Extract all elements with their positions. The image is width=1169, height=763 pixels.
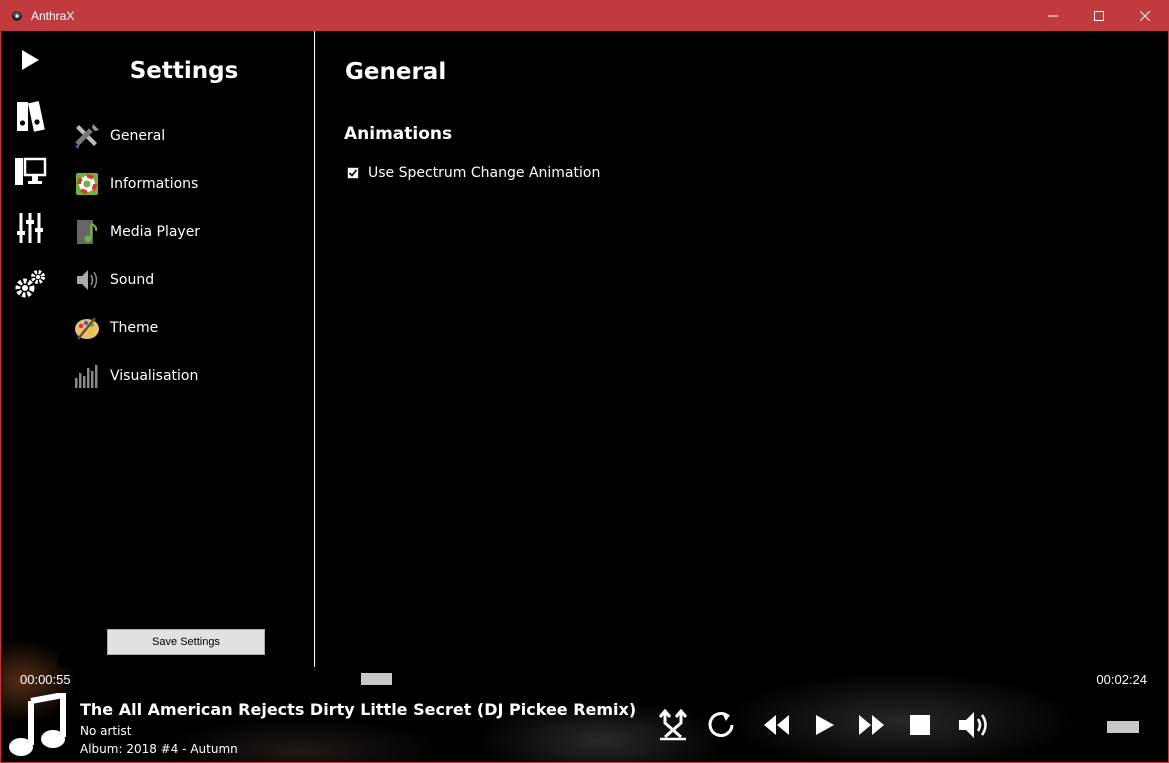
nav-item-informations[interactable]: Informations (72, 166, 302, 202)
spectrum-animation-option[interactable]: Use Spectrum Change Animation (347, 165, 600, 181)
app-logo-icon (9, 8, 25, 24)
minimize-button[interactable] (1030, 1, 1076, 31)
app-window: AnthraX Settings General Informations Me… (0, 0, 1169, 763)
sliders-icon (17, 213, 43, 243)
spectrum-animation-checkbox[interactable] (347, 167, 359, 179)
section-title-animations: Animations (344, 124, 453, 144)
fast-forward-button[interactable] (854, 707, 890, 743)
library-button[interactable] (11, 97, 49, 135)
now-playing-button[interactable] (11, 41, 49, 79)
player-bar: 00:00:55 00:02:24 The All American Rejec… (1, 667, 1168, 762)
spectrum-animation-label: Use Spectrum Change Animation (368, 165, 601, 181)
nav-item-media-player[interactable]: Media Player (72, 214, 302, 250)
play-button[interactable] (806, 707, 842, 743)
checkmark-icon (348, 169, 358, 177)
stop-icon (910, 715, 930, 735)
play-icon (816, 715, 834, 735)
fast-forward-icon (859, 715, 884, 735)
lifebuoy-icon (72, 169, 102, 199)
speaker-icon (72, 265, 102, 295)
nav-item-sound[interactable]: Sound (72, 262, 302, 298)
nav-label-media-player: Media Player (110, 224, 201, 240)
elapsed-time: 00:00:55 (20, 672, 71, 687)
nav-item-general[interactable]: General (72, 118, 302, 154)
equalizer-bars-icon (72, 361, 102, 391)
track-artist: No artist (80, 724, 132, 738)
palette-icon (72, 313, 102, 343)
nav-label-informations: Informations (110, 176, 199, 192)
shuffle-icon (658, 709, 688, 741)
track-title: The All American Rejects Dirty Little Se… (80, 700, 637, 719)
seek-slider-thumb[interactable] (361, 673, 392, 685)
main-nav-rail (1, 31, 58, 667)
music-note-icon (5, 691, 69, 759)
minimize-icon (1048, 15, 1058, 17)
settings-content: General Animations Use Spectrum Change A… (315, 31, 1168, 667)
rewind-button[interactable] (758, 707, 794, 743)
window-controls (1030, 1, 1168, 31)
tools-icon (72, 121, 102, 151)
gears-icon (15, 270, 45, 298)
repeat-icon (708, 712, 734, 737)
equalizer-button[interactable] (11, 209, 49, 247)
track-album: Album: 2018 #4 - Autumn (80, 742, 238, 756)
volume-button[interactable] (957, 707, 993, 743)
settings-button[interactable] (11, 265, 49, 303)
maximize-icon (1094, 11, 1104, 21)
repeat-button[interactable] (703, 707, 739, 743)
rewind-icon (764, 715, 789, 735)
title-bar[interactable]: AnthraX (1, 1, 1168, 31)
window-title: AnthraX (31, 9, 75, 23)
computer-icon (15, 157, 47, 185)
library-binders-icon (17, 101, 45, 132)
close-icon (1140, 11, 1150, 21)
nav-label-visualisation: Visualisation (110, 368, 199, 384)
total-time: 00:02:24 (1096, 672, 1147, 687)
volume-slider-thumb[interactable] (1107, 721, 1139, 733)
volume-icon (959, 712, 987, 738)
nav-label-sound: Sound (110, 272, 155, 288)
page-title: General (345, 59, 447, 85)
shuffle-button[interactable] (655, 707, 691, 743)
settings-title: Settings (129, 58, 239, 84)
save-settings-button[interactable]: Save Settings (107, 629, 265, 655)
nav-label-general: General (110, 128, 166, 144)
settings-nav: Settings General Informations Media Play… (58, 31, 314, 667)
nav-item-theme[interactable]: Theme (72, 310, 302, 346)
music-file-icon (72, 217, 102, 247)
close-button[interactable] (1122, 1, 1168, 31)
play-icon (22, 50, 39, 70)
maximize-button[interactable] (1076, 1, 1122, 31)
nav-item-visualisation[interactable]: Visualisation (72, 358, 302, 394)
nav-label-theme: Theme (110, 320, 159, 336)
stop-button[interactable] (902, 707, 938, 743)
devices-button[interactable] (11, 153, 49, 191)
